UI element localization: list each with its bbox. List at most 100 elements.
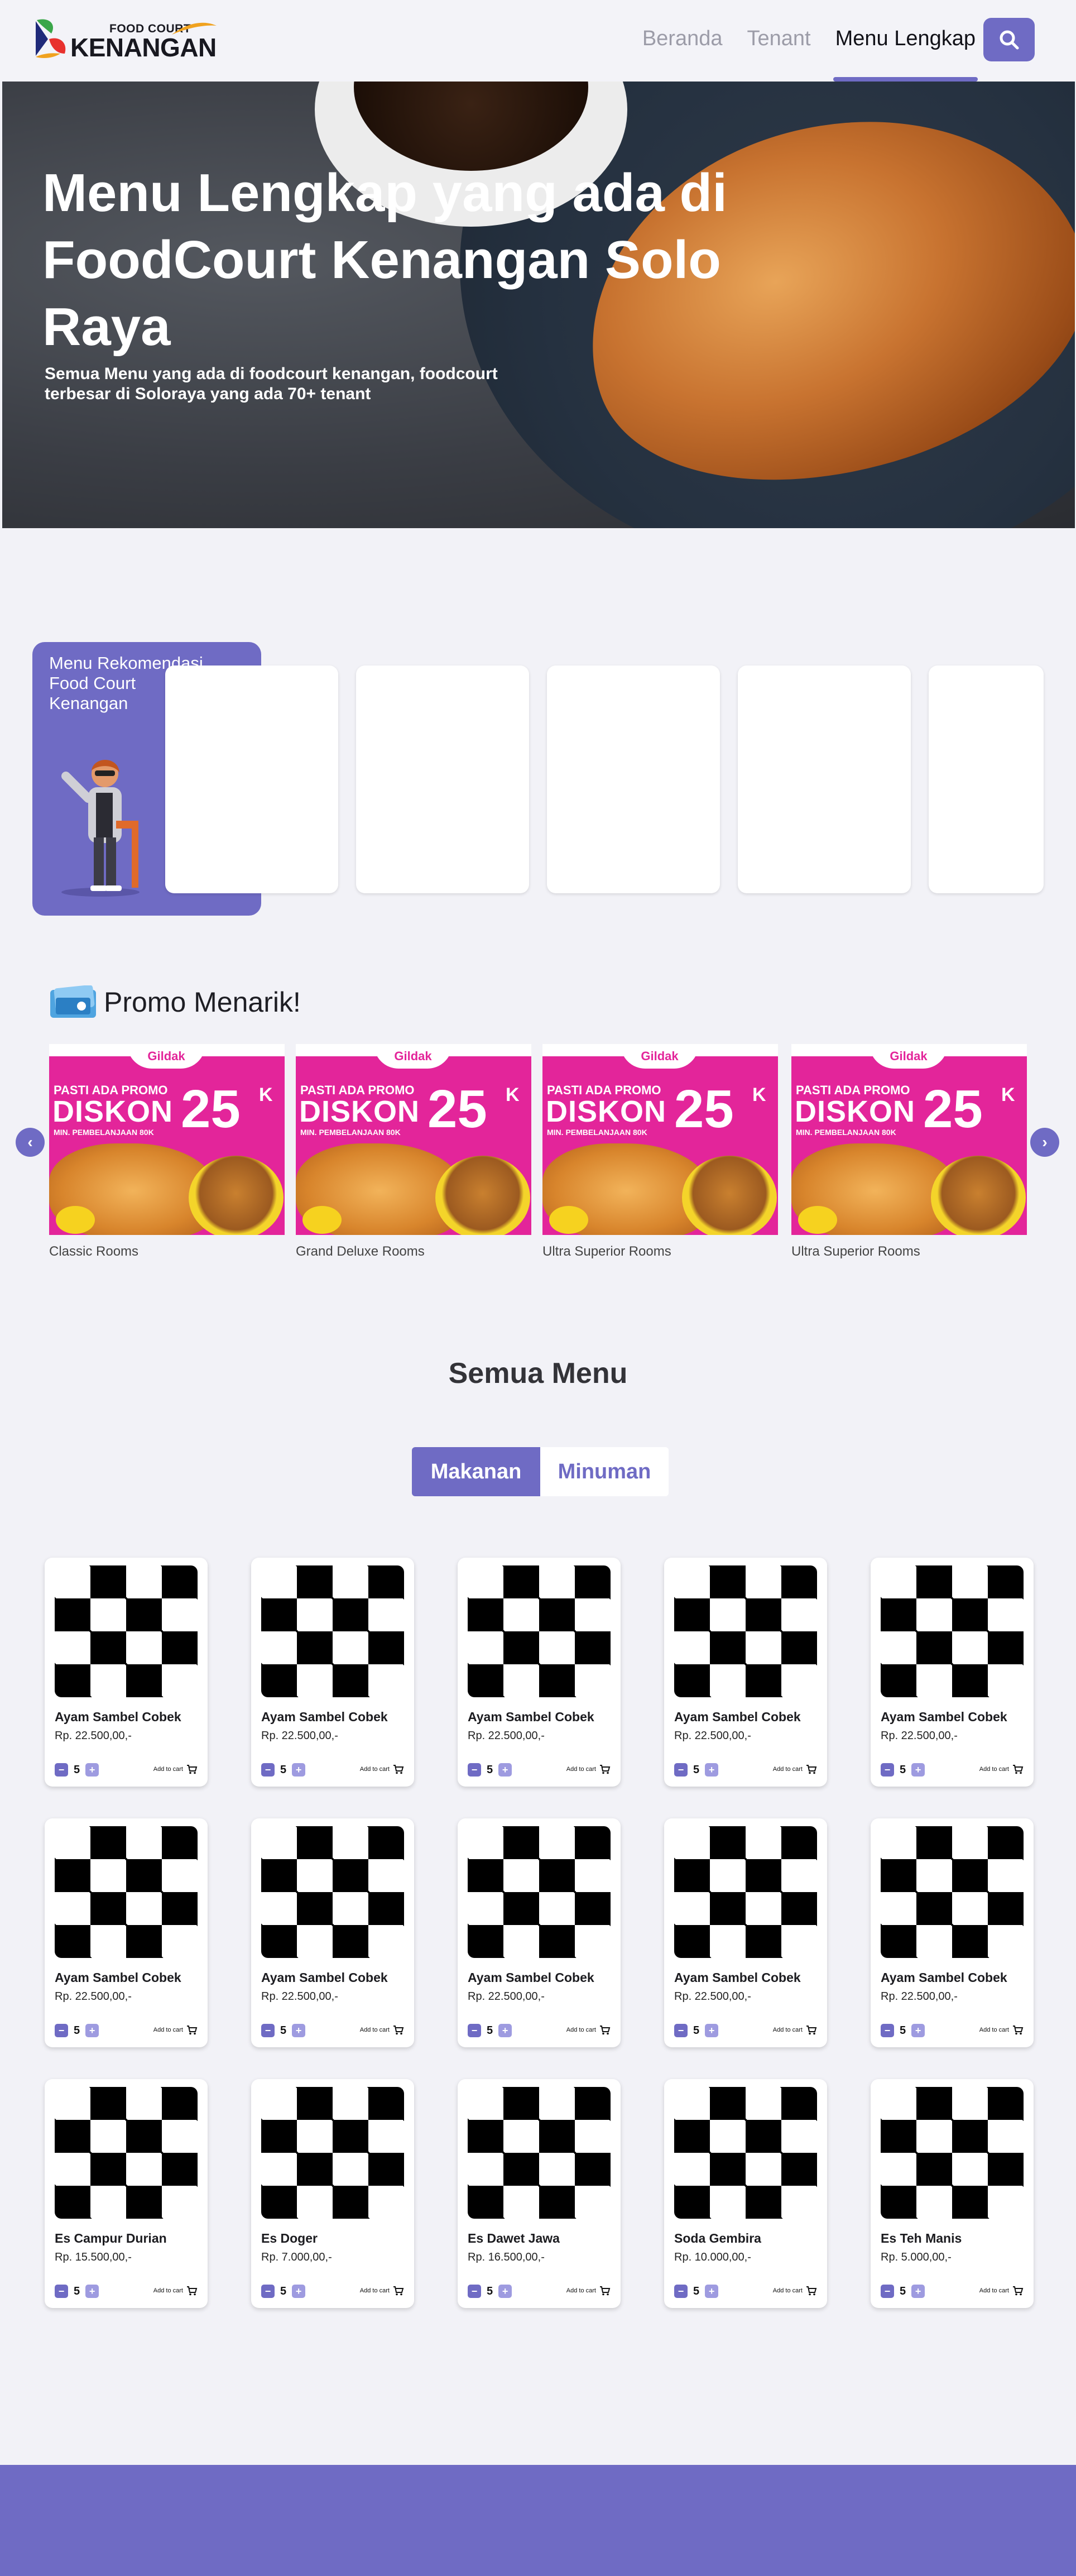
ticket-icon: [50, 985, 96, 1018]
nav-link-tenant[interactable]: Tenant: [747, 27, 810, 80]
decrease-quantity-button[interactable]: −: [55, 2285, 68, 2298]
add-to-cart-label: Add to cart: [566, 2287, 596, 2294]
menu-card[interactable]: Ayam Sambel Cobek Rp. 22.500,00,- − 5 + …: [458, 1818, 621, 2047]
decrease-quantity-button[interactable]: −: [468, 1763, 481, 1777]
menu-item-price: Rp. 7.000,00,-: [261, 2251, 332, 2263]
increase-quantity-button[interactable]: +: [85, 2285, 99, 2298]
cart-icon: [600, 2026, 611, 2035]
cart-icon: [393, 2026, 404, 2035]
recommendation-card[interactable]: [929, 665, 1044, 893]
cart-icon: [393, 2286, 404, 2296]
increase-quantity-button[interactable]: +: [498, 1763, 512, 1777]
menu-item-name: Ayam Sambel Cobek: [55, 1710, 181, 1724]
add-to-cart-button[interactable]: Add to cart: [773, 1764, 817, 1774]
menu-card[interactable]: Ayam Sambel Cobek Rp. 22.500,00,- − 5 + …: [458, 1558, 621, 1787]
promo-prev-button[interactable]: ‹: [16, 1128, 45, 1157]
promo-unit: K: [1001, 1084, 1015, 1105]
logo[interactable]: FOOD COURT KENANGAN: [31, 16, 217, 62]
decrease-quantity-button[interactable]: −: [674, 2024, 688, 2037]
decrease-quantity-button[interactable]: −: [674, 1763, 688, 1777]
decrease-quantity-button[interactable]: −: [55, 2024, 68, 2037]
menu-card[interactable]: Es Dawet Jawa Rp. 16.500,00,- − 5 + Add …: [458, 2079, 621, 2308]
add-to-cart-label: Add to cart: [772, 2027, 803, 2033]
cart-icon: [600, 1765, 611, 1774]
cart-icon: [1013, 2026, 1024, 2035]
decrease-quantity-button[interactable]: −: [881, 2024, 894, 2037]
increase-quantity-button[interactable]: +: [911, 2024, 925, 2037]
increase-quantity-button[interactable]: +: [498, 2285, 512, 2298]
promo-title: Promo Menarik!: [104, 987, 301, 1018]
menu-card[interactable]: Ayam Sambel Cobek Rp. 22.500,00,- − 5 + …: [664, 1818, 827, 2047]
add-to-cart-button[interactable]: Add to cart: [153, 2025, 198, 2035]
recommendation-card[interactable]: [547, 665, 720, 893]
recommendation-card[interactable]: [738, 665, 911, 893]
add-to-cart-button[interactable]: Add to cart: [979, 2286, 1024, 2296]
increase-quantity-button[interactable]: +: [292, 1763, 306, 1777]
menu-card[interactable]: Ayam Sambel Cobek Rp. 22.500,00,- − 5 + …: [45, 1818, 208, 2047]
add-to-cart-button[interactable]: Add to cart: [566, 2025, 611, 2035]
decrease-quantity-button[interactable]: −: [468, 2024, 481, 2037]
add-to-cart-button[interactable]: Add to cart: [153, 2286, 198, 2296]
decrease-quantity-button[interactable]: −: [261, 1763, 275, 1777]
search-button[interactable]: [983, 18, 1035, 61]
person-illustration-icon: [61, 759, 140, 897]
tab-makanan[interactable]: Makanan: [412, 1447, 540, 1496]
add-to-cart-button[interactable]: Add to cart: [360, 2286, 404, 2296]
increase-quantity-button[interactable]: +: [498, 2024, 512, 2037]
menu-card[interactable]: Es Campur Durian Rp. 15.500,00,- − 5 + A…: [45, 2079, 208, 2308]
tab-minuman[interactable]: Minuman: [540, 1447, 669, 1496]
menu-item-name: Ayam Sambel Cobek: [55, 1970, 181, 1985]
menu-card[interactable]: Ayam Sambel Cobek Rp. 22.500,00,- − 5 + …: [871, 1818, 1034, 2047]
promo-item[interactable]: Gildak PASTI ADA PROMO DISKON MIN. PEMBE…: [49, 1044, 285, 1260]
add-to-cart-button[interactable]: Add to cart: [153, 1764, 198, 1774]
menu-card[interactable]: Ayam Sambel Cobek Rp. 22.500,00,- − 5 + …: [45, 1558, 208, 1787]
promo-item[interactable]: Gildak PASTI ADA PROMO DISKON MIN. PEMBE…: [296, 1044, 531, 1260]
recommendation-card[interactable]: [165, 665, 338, 893]
menu-item-name: Es Campur Durian: [55, 2231, 167, 2245]
add-to-cart-button[interactable]: Add to cart: [360, 2025, 404, 2035]
increase-quantity-button[interactable]: +: [85, 2024, 99, 2037]
add-to-cart-button[interactable]: Add to cart: [566, 1764, 611, 1774]
nav-link-beranda[interactable]: Beranda: [642, 27, 723, 80]
add-to-cart-button[interactable]: Add to cart: [773, 2286, 817, 2296]
menu-card[interactable]: Ayam Sambel Cobek Rp. 22.500,00,- − 5 + …: [871, 1558, 1034, 1787]
menu-item-name: Ayam Sambel Cobek: [881, 1710, 1007, 1724]
recommendation-card[interactable]: [356, 665, 529, 893]
increase-quantity-button[interactable]: +: [292, 2285, 306, 2298]
add-to-cart-button[interactable]: Add to cart: [566, 2286, 611, 2296]
add-to-cart-button[interactable]: Add to cart: [979, 1764, 1024, 1774]
decrease-quantity-button[interactable]: −: [55, 1763, 68, 1777]
quantity-value: 5: [487, 1763, 493, 1776]
add-to-cart-label: Add to cart: [772, 2287, 803, 2294]
menu-card[interactable]: Ayam Sambel Cobek Rp. 22.500,00,- − 5 + …: [251, 1818, 414, 2047]
decrease-quantity-button[interactable]: −: [881, 1763, 894, 1777]
quantity-value: 5: [487, 2024, 493, 2037]
promo-next-button[interactable]: ›: [1030, 1128, 1059, 1157]
decrease-quantity-button[interactable]: −: [261, 2285, 275, 2298]
decrease-quantity-button[interactable]: −: [674, 2285, 688, 2298]
menu-card[interactable]: Es Doger Rp. 7.000,00,- − 5 + Add to car…: [251, 2079, 414, 2308]
decrease-quantity-button[interactable]: −: [261, 2024, 275, 2037]
decrease-quantity-button[interactable]: −: [881, 2285, 894, 2298]
menu-card[interactable]: Es Teh Manis Rp. 5.000,00,- − 5 + Add to…: [871, 2079, 1034, 2308]
increase-quantity-button[interactable]: +: [85, 1763, 99, 1777]
add-to-cart-button[interactable]: Add to cart: [773, 2025, 817, 2035]
promo-item[interactable]: Gildak PASTI ADA PROMO DISKON MIN. PEMBE…: [542, 1044, 778, 1260]
increase-quantity-button[interactable]: +: [705, 1763, 719, 1777]
increase-quantity-button[interactable]: +: [911, 2285, 925, 2298]
increase-quantity-button[interactable]: +: [705, 2285, 719, 2298]
add-to-cart-button[interactable]: Add to cart: [360, 1764, 404, 1774]
add-to-cart-button[interactable]: Add to cart: [979, 2025, 1024, 2035]
promo-item[interactable]: Gildak PASTI ADA PROMO DISKON MIN. PEMBE…: [791, 1044, 1027, 1260]
increase-quantity-button[interactable]: +: [705, 2024, 719, 2037]
promo-line2: DISKON: [795, 1095, 916, 1128]
quantity-stepper: − 5 +: [261, 2285, 306, 2298]
increase-quantity-button[interactable]: +: [911, 1763, 925, 1777]
increase-quantity-button[interactable]: +: [292, 2024, 306, 2037]
nav-link-menu-lengkap[interactable]: Menu Lengkap: [833, 27, 978, 82]
menu-card[interactable]: Ayam Sambel Cobek Rp. 22.500,00,- − 5 + …: [664, 1558, 827, 1787]
menu-card[interactable]: Soda Gembira Rp. 10.000,00,- − 5 + Add t…: [664, 2079, 827, 2308]
menu-card[interactable]: Ayam Sambel Cobek Rp. 22.500,00,- − 5 + …: [251, 1558, 414, 1787]
decrease-quantity-button[interactable]: −: [468, 2285, 481, 2298]
cart-icon: [187, 2026, 198, 2035]
